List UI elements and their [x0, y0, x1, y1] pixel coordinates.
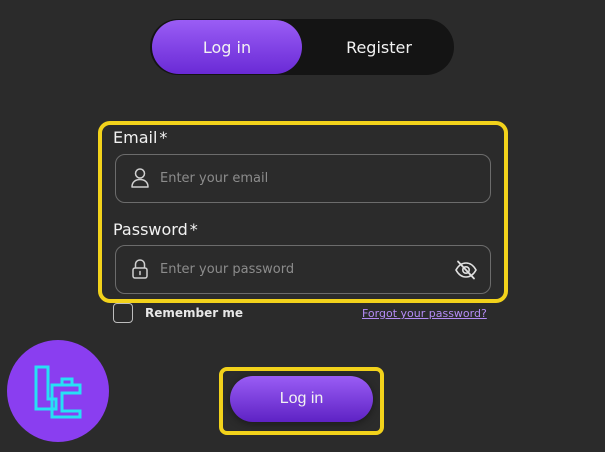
- remember-me-row: Remember me: [113, 303, 243, 323]
- email-required-mark: *: [159, 128, 168, 147]
- password-required-mark: *: [189, 220, 198, 239]
- email-field[interactable]: [160, 155, 440, 202]
- email-label-text: Email: [113, 128, 158, 147]
- brand-logo: [7, 340, 109, 442]
- email-field-container: [115, 154, 491, 203]
- eye-slash-icon[interactable]: [454, 259, 478, 281]
- user-icon: [131, 168, 149, 188]
- password-label-text: Password: [113, 220, 188, 239]
- lock-icon: [132, 259, 148, 279]
- tab-register[interactable]: Register: [304, 19, 454, 75]
- tab-login[interactable]: Log in: [152, 20, 302, 74]
- remember-me-checkbox[interactable]: [113, 303, 133, 323]
- auth-tab-switch: Log in Register: [150, 19, 454, 75]
- brand-logo-icon: [34, 365, 82, 419]
- password-label: Password *: [113, 220, 198, 239]
- remember-me-label: Remember me: [145, 306, 243, 320]
- password-field[interactable]: [160, 246, 440, 293]
- email-label: Email *: [113, 128, 167, 147]
- login-page: Log in Register Email* Password* Remembe…: [0, 0, 605, 452]
- login-button[interactable]: Log in: [230, 376, 373, 422]
- forgot-password-link[interactable]: Forgot your password?: [362, 307, 487, 320]
- password-field-container: [115, 245, 491, 294]
